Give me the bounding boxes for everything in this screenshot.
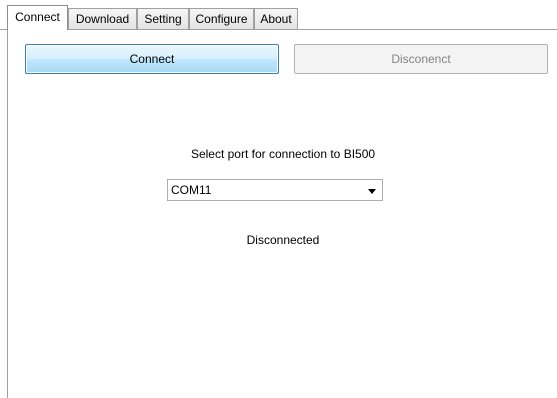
tab-configure[interactable]: Configure [189,8,254,29]
connect-button[interactable]: Connect [25,44,279,74]
port-select-value: COM11 [171,183,212,197]
port-select[interactable]: COM11 [167,179,383,201]
tab-setting[interactable]: Setting [137,8,189,29]
chevron-down-icon[interactable] [368,189,376,194]
disconnect-button: Disconenct [294,44,548,74]
tab-strip: Connect Download Setting Configure About [0,0,557,30]
tab-connect[interactable]: Connect [7,5,68,30]
tab-download[interactable]: Download [68,8,137,29]
connection-status: Disconnected [246,233,320,247]
port-prompt-label: Select port for connection to BI500 [190,147,376,161]
connect-panel: Connect Disconenct Select port for conne… [7,30,557,398]
tab-about[interactable]: About [254,8,298,29]
